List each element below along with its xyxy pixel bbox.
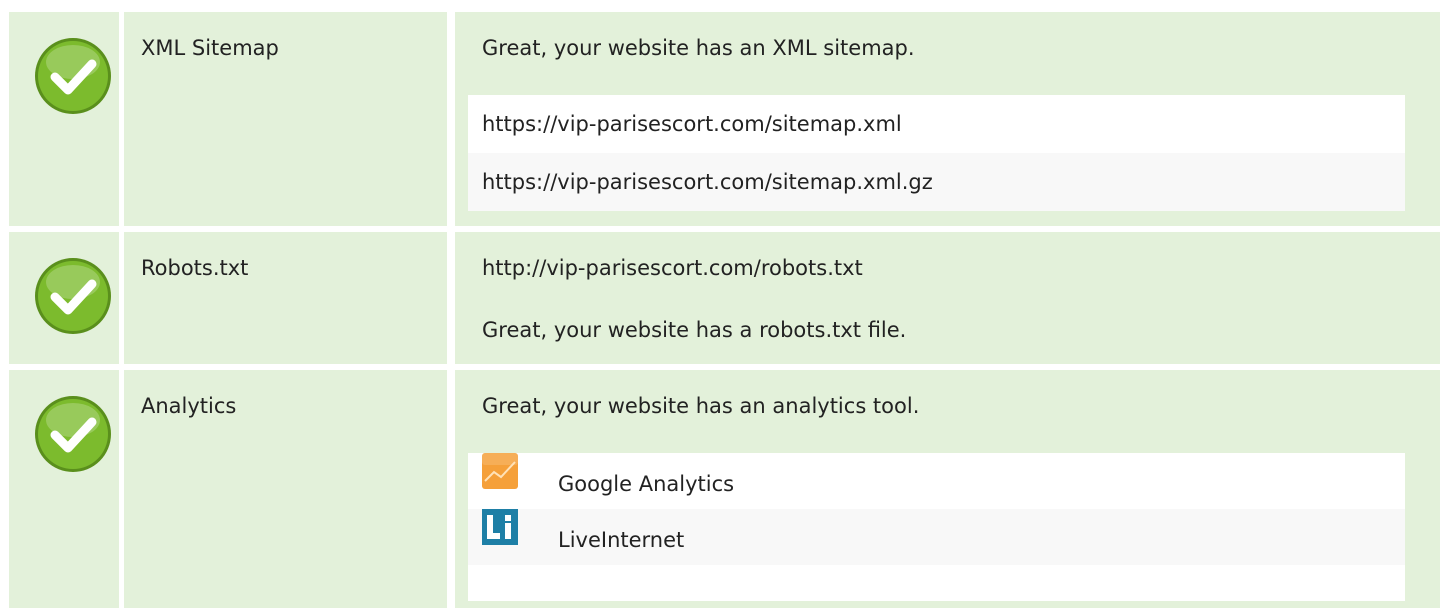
liveinternet-icon [482,509,518,545]
tool-name: Google Analytics [558,472,735,496]
sitemap-list: https://vip-parisescort.com/sitemap.xml … [468,95,1405,211]
detail-cell: http://vip-parisescort.com/robots.txt Gr… [455,232,1440,364]
sitemap-url[interactable]: https://vip-parisescort.com/sitemap.xml [468,95,1405,153]
status-message: Great, your website has an XML sitemap. [482,36,915,60]
status-cell [9,232,119,364]
row-label: Analytics [141,394,237,418]
row-label: XML Sitemap [141,36,279,60]
label-cell: Analytics [124,370,447,608]
analytics-tool-liveinternet: LiveInternet [468,509,1405,565]
detail-cell: Great, your website has an analytics too… [455,370,1440,608]
robots-url[interactable]: http://vip-parisescort.com/robots.txt [482,256,863,280]
status-message: Great, your website has an analytics too… [482,394,920,418]
status-cell [9,12,119,226]
google-analytics-icon [482,453,518,489]
row-label: Robots.txt [141,256,249,280]
detail-cell: Great, your website has an XML sitemap. … [455,12,1440,226]
status-message: Great, your website has a robots.txt fil… [482,318,907,342]
check-icon [35,38,111,114]
result-row-robots-txt: Robots.txt http://vip-parisescort.com/ro… [0,232,1440,364]
status-cell [9,370,119,608]
tool-name: LiveInternet [558,528,685,552]
sitemap-url[interactable]: https://vip-parisescort.com/sitemap.xml.… [468,153,1405,211]
result-row-analytics: Analytics Great, your website has an ana… [0,370,1440,608]
result-row-xml-sitemap: XML Sitemap Great, your website has an X… [0,12,1440,226]
analytics-tools-list: Google Analytics LiveInternet [468,453,1405,601]
label-cell: Robots.txt [124,232,447,364]
check-icon [35,396,111,472]
check-icon [35,258,111,334]
label-cell: XML Sitemap [124,12,447,226]
analytics-tool-google-analytics: Google Analytics [468,453,1405,509]
